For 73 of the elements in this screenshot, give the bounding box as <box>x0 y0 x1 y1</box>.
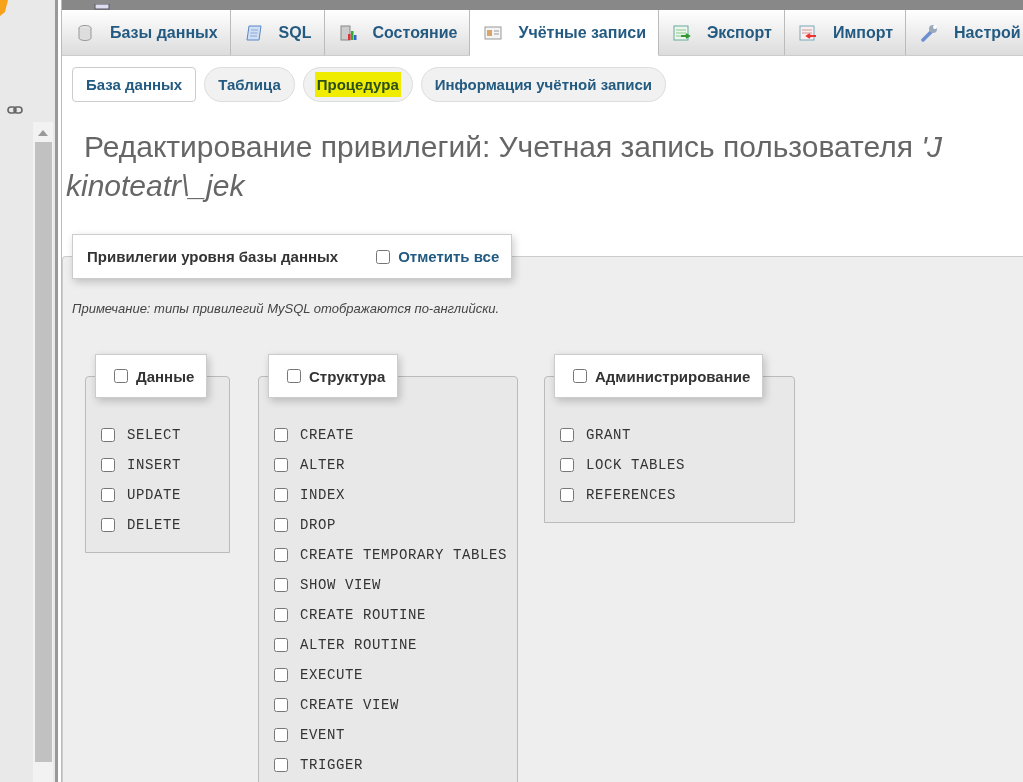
privilege-label[interactable]: UPDATE <box>127 487 181 503</box>
privilege-label[interactable]: DROP <box>300 517 336 533</box>
checkbox[interactable] <box>274 428 288 442</box>
database-icon <box>76 23 94 42</box>
legend-title: Привилегии уровня базы данных <box>87 248 339 265</box>
privilege-label[interactable]: EVENT <box>300 727 345 743</box>
checkbox[interactable] <box>101 458 115 472</box>
logo-icon <box>0 0 8 16</box>
export-icon <box>672 23 691 42</box>
tab[interactable]: Учётные записи <box>470 10 659 56</box>
group-title: Данные <box>136 367 195 385</box>
scroll-icon <box>244 23 263 42</box>
privilege-label[interactable]: INSERT <box>127 457 181 473</box>
checkbox[interactable] <box>560 428 574 442</box>
privilege-label[interactable]: GRANT <box>586 427 631 443</box>
scroll-up-icon[interactable] <box>38 130 48 136</box>
import-icon <box>798 23 817 42</box>
checkbox[interactable] <box>274 728 288 742</box>
tab[interactable]: Экспорт <box>658 10 785 55</box>
checkbox[interactable] <box>274 578 288 592</box>
scrollbar[interactable] <box>33 122 53 782</box>
select-all-link[interactable]: Отметить все <box>398 248 500 265</box>
bar-chart-icon <box>338 23 357 42</box>
subtab[interactable]: Таблица <box>204 67 295 102</box>
privilege-label[interactable]: INDEX <box>300 487 345 503</box>
note-text: Примечание: типы привилегий MySQL отображаются по-английски. <box>72 301 501 316</box>
link-icon[interactable] <box>7 105 23 115</box>
checkbox[interactable] <box>101 428 115 442</box>
checkbox[interactable] <box>101 488 115 502</box>
tab[interactable]: Импорт <box>784 10 907 55</box>
privilege-label[interactable]: ALTER ROUTINE <box>300 637 418 653</box>
checkbox[interactable] <box>274 668 288 682</box>
checkbox[interactable] <box>274 638 288 652</box>
privilege-label[interactable]: ALTER <box>300 457 345 473</box>
checkbox[interactable] <box>560 488 574 502</box>
privilege-label[interactable]: TRIGGER <box>300 757 363 773</box>
checkbox[interactable] <box>101 518 115 532</box>
checkbox[interactable] <box>376 249 391 264</box>
privilege-label[interactable]: REFERENCES <box>586 487 676 503</box>
tab[interactable]: SQL <box>230 10 325 55</box>
pane-splitter[interactable] <box>55 0 62 782</box>
group-title: Администрирование <box>595 367 751 385</box>
privilege-label[interactable]: CREATE <box>300 427 354 443</box>
subtab[interactable]: Информация учётной записи <box>420 67 667 102</box>
checkbox[interactable] <box>287 369 301 383</box>
id-card-icon <box>484 23 503 42</box>
checkbox[interactable] <box>274 608 288 622</box>
subtab[interactable]: Процедура <box>302 67 413 102</box>
page-heading: Редактирование привилегий: Учетная запись пользователя 'J <box>83 129 943 165</box>
subtab[interactable]: База данных <box>72 67 197 102</box>
checkbox[interactable] <box>274 458 288 472</box>
privilege-label[interactable]: LOCK TABLES <box>586 457 685 473</box>
privilege-label[interactable]: CREATE TEMPORARY TABLES <box>300 547 508 563</box>
privilege-label[interactable]: EXECUTE <box>300 667 363 683</box>
tab[interactable]: Состояние <box>324 10 471 55</box>
checkbox[interactable] <box>274 698 288 712</box>
privilege-label[interactable]: DELETE <box>127 517 181 533</box>
checkbox[interactable] <box>274 488 288 502</box>
checkbox[interactable] <box>274 518 288 532</box>
page-heading: kinoteatr\_jek <box>65 168 245 204</box>
checkbox[interactable] <box>573 369 587 383</box>
privilege-label[interactable]: SHOW VIEW <box>300 577 381 593</box>
scrollbar-thumb[interactable] <box>34 142 52 762</box>
checkbox[interactable] <box>274 758 288 772</box>
checkbox[interactable] <box>274 548 288 562</box>
privilege-label[interactable]: SELECT <box>127 427 181 443</box>
tab[interactable]: Базы данных <box>62 10 231 55</box>
wrench-icon <box>920 23 939 42</box>
checkbox[interactable] <box>114 369 128 383</box>
group-title: Структура <box>309 367 386 385</box>
checkbox[interactable] <box>560 458 574 472</box>
privilege-label[interactable]: CREATE ROUTINE <box>300 607 427 623</box>
privilege-label[interactable]: CREATE VIEW <box>300 697 399 713</box>
